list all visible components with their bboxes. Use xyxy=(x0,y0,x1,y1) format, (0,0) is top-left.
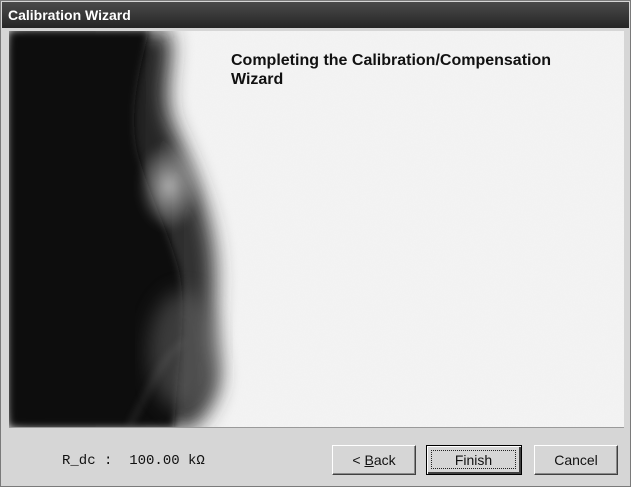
wizard-heading: Completing the Calibration/Compensation … xyxy=(231,52,552,88)
rdc-readout: R_dc : 100.00 kΩ xyxy=(62,453,205,469)
back-button-mnemonic: B xyxy=(364,452,374,468)
back-button-rest: ack xyxy=(373,452,396,468)
wizard-side-image xyxy=(9,31,624,427)
calibration-wizard-window: Calibration Wizard Completing the Calibr… xyxy=(0,0,631,487)
wizard-footer: R_dc : 100.00 kΩ < Back Finish Cancel xyxy=(2,429,629,486)
finish-button-label: Finish xyxy=(431,450,516,469)
back-button-prefix: < xyxy=(352,452,365,468)
finish-button[interactable]: Finish xyxy=(426,445,522,475)
window-title: Calibration Wizard xyxy=(2,2,629,28)
back-button[interactable]: < Back xyxy=(332,445,416,475)
cancel-button[interactable]: Cancel xyxy=(534,445,618,475)
wizard-content-panel: Completing the Calibration/Compensation … xyxy=(9,31,624,428)
